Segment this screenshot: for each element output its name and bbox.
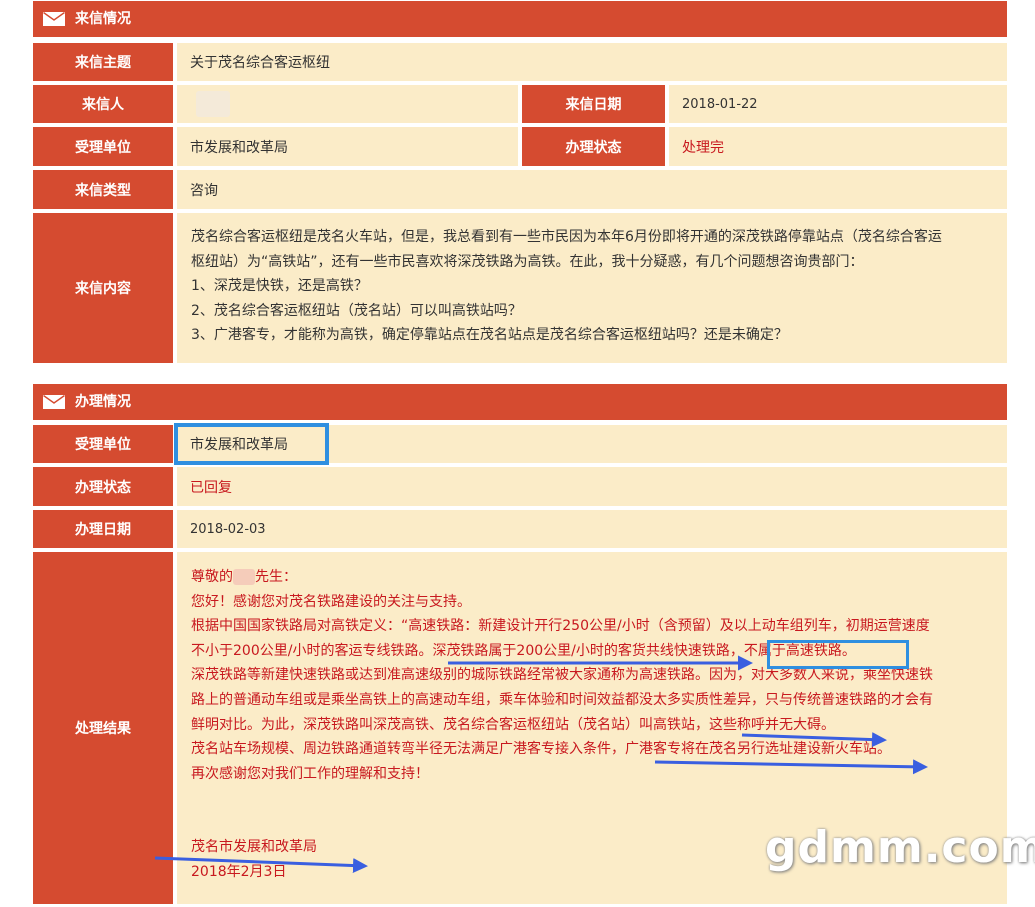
handling-status-value: 已回复 bbox=[177, 467, 1007, 506]
unit-highlight-box bbox=[174, 423, 329, 465]
greeting-line: 尊敬的 先生： bbox=[191, 565, 993, 590]
greeting-prefix: 尊敬的 bbox=[191, 569, 233, 585]
result-line: 您好！感谢您对茂名铁路建设的关注与支持。 bbox=[191, 593, 471, 610]
letter-date-label: 来信日期 bbox=[522, 85, 665, 123]
handling-section-title: 办理情况 bbox=[75, 394, 131, 410]
handling-date-value: 2018-02-03 bbox=[177, 510, 1007, 548]
handling-unit-label: 受理单位 bbox=[33, 425, 173, 463]
redacted-name bbox=[233, 569, 255, 585]
content-line: 1、深茂是快铁，还是高铁？ bbox=[191, 278, 368, 294]
letter-type-label: 来信类型 bbox=[33, 170, 173, 209]
result-line: 路上的普通动车组或是乘坐高铁上的高速动车组，乘车体验和时间效益都没太多实质性差异… bbox=[191, 691, 933, 708]
status-label: 办理状态 bbox=[522, 127, 665, 166]
result-line: 鲜明对比。为此，深茂铁路叫深茂高铁、茂名综合客运枢纽站（茂名站）叫高铁站，这些称… bbox=[191, 716, 835, 733]
sender-value bbox=[177, 85, 518, 123]
result-line: 根据中国国家铁路局对高铁定义：“高速铁路：新建设计开行250公里/小时（含预留）… bbox=[191, 618, 930, 635]
result-line: 再次感谢您对我们工作的理解和支持！ bbox=[191, 765, 429, 782]
result-label: 处理结果 bbox=[33, 552, 173, 904]
subject-value: 关于茂名综合客运枢纽 bbox=[177, 43, 1007, 81]
handling-status-label: 办理状态 bbox=[33, 467, 173, 506]
content-line: 茂名综合客运枢纽是茂名火车站，但是，我总看到有一些市民因为本年6月份即将开通的深… bbox=[191, 229, 942, 245]
letter-date-value: 2018-01-22 bbox=[669, 85, 1007, 123]
letter-content-body: 茂名综合客运枢纽是茂名火车站，但是，我总看到有一些市民因为本年6月份即将开通的深… bbox=[177, 213, 1007, 363]
letter-section-header: 来信情况 bbox=[33, 1, 1007, 37]
result-line: 茂名站车场规模、周边铁路通道转弯半径无法满足广港客专接入条件，广港客专将在茂名另… bbox=[191, 741, 891, 758]
handling-date-label: 办理日期 bbox=[33, 510, 173, 548]
receiving-unit-value: 市发展和改革局 bbox=[177, 127, 518, 166]
greeting-suffix: 先生： bbox=[255, 569, 297, 585]
status-value: 处理完 bbox=[669, 127, 1007, 166]
sender-label: 来信人 bbox=[33, 85, 173, 123]
envelope-icon bbox=[43, 395, 65, 409]
receiving-unit-label: 受理单位 bbox=[33, 127, 173, 166]
conclusion-highlight-box bbox=[767, 640, 909, 669]
envelope-icon bbox=[43, 12, 65, 26]
letter-content-label: 来信内容 bbox=[33, 213, 173, 363]
redacted-sender-name bbox=[196, 91, 230, 117]
watermark: gdmm.com bbox=[765, 822, 1035, 873]
subject-label: 来信主题 bbox=[33, 43, 173, 81]
handling-section-header: 办理情况 bbox=[33, 384, 1007, 420]
content-line: 2、茂名综合客运枢纽站（茂名站）可以叫高铁站吗？ bbox=[191, 302, 522, 319]
content-line: 枢纽站）为“高铁站”，还有一些市民喜欢将深茂铁路为高铁。在此，我十分疑惑，有几个… bbox=[191, 253, 864, 270]
letter-section-title: 来信情况 bbox=[75, 11, 131, 27]
content-line: 3、广港客专，才能称为高铁，确定停靠站点在茂名站点是茂名综合客运枢纽站吗？还是未… bbox=[191, 327, 788, 343]
letter-type-value: 咨询 bbox=[177, 170, 1007, 209]
